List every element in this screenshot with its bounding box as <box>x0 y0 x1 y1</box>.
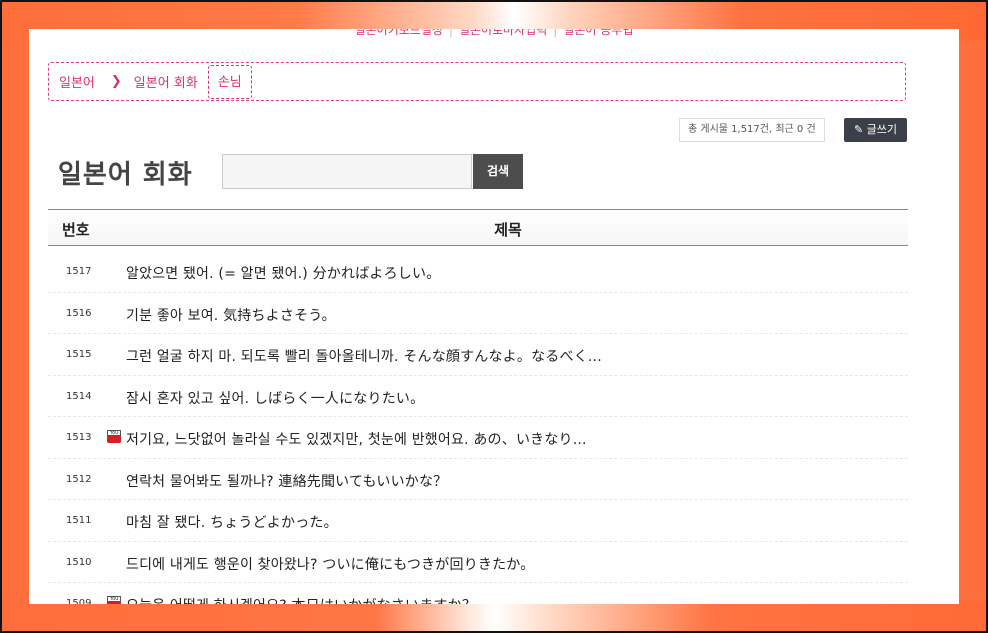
youtube-icon: You <box>107 596 121 604</box>
top-nav-romaji-input[interactable]: 일본어로마자입력 <box>455 29 551 37</box>
column-header-title: 제목 <box>494 221 522 239</box>
table-row: 1512 연락처 물어봐도 될까나? 連絡先聞いてもいいかな？ <box>48 459 908 500</box>
table-row: 1514 잠시 혼자 있고 싶어. しばらく一人になりたい。 <box>48 376 908 417</box>
search-input[interactable] <box>222 154 472 189</box>
breadcrumb-item-japanese[interactable]: 일본어 <box>49 72 105 91</box>
row-title-link[interactable]: 연락처 물어봐도 될까나? 連絡先聞いてもいいかな？ <box>126 471 447 491</box>
pencil-icon: ✎ <box>853 123 864 136</box>
content-panel: 일본어키보드설정 | 일본어로마자입력 | 일본어 공부법 일본어 ❯ 일본어 회화 손… <box>29 29 959 604</box>
row-number: 1509 <box>66 598 92 604</box>
row-number: 1511 <box>66 515 92 526</box>
top-nav-study-method[interactable]: 일본어 공부법 <box>559 29 637 37</box>
breadcrumb-item-guest[interactable]: 손님 <box>207 64 252 99</box>
row-number: 1514 <box>66 390 92 402</box>
row-title-link[interactable]: 기분 좋아 보여. 気持ちよさそう。 <box>126 305 336 325</box>
row-title-link[interactable]: 마침 잘 됐다. ちょうどよかった。 <box>126 512 338 532</box>
row-title-link[interactable]: 드디에 내게도 행운이 찾아왔나? ついに俺にもつきが回りきたか。 <box>126 554 534 574</box>
row-title-link[interactable]: 알았으면 됐어. (= 알면 됐어.) 分かればよろしい。 <box>126 263 440 283</box>
row-title-link[interactable]: 오늘은 어떻게 하시겠어요? 本日はいかがなさいますか？ <box>126 595 476 604</box>
row-number: 1512 <box>66 473 92 485</box>
post-list: 1517 알았으면 됐어. (= 알면 됐어.) 分かればよろしい。 1516 … <box>48 251 908 604</box>
table-row: 1516 기분 좋아 보여. 気持ちよさそう。 <box>48 293 908 334</box>
row-number: 1515 <box>66 349 92 360</box>
chevron-right-icon: ❯ <box>110 74 122 89</box>
breadcrumb: 일본어 ❯ 일본어 회화 손님 <box>48 62 906 101</box>
page-title: 일본어 회화 <box>58 160 193 190</box>
write-button-label: 글쓰기 <box>866 123 898 136</box>
top-nav-keyboard-setup[interactable]: 일본어키보드설정 <box>351 29 447 37</box>
row-title-link[interactable]: 그런 얼굴 하지 마. 되도록 빨리 돌아올테니까. そんな顔すんなよ。なるべく… <box>126 346 602 366</box>
table-header: 번호 제목 <box>48 209 908 246</box>
youtube-icon: You <box>107 430 121 443</box>
table-row: 1510 드디에 내게도 행운이 찾아왔나? ついに俺にもつきが回りきたか。 <box>48 542 908 583</box>
write-button[interactable]: ✎ 글쓰기 <box>844 118 907 142</box>
table-row: 1511 마침 잘 됐다. ちょうどよかった。 <box>48 500 908 542</box>
top-nav: 일본어키보드설정 | 일본어로마자입력 | 일본어 공부법 <box>29 29 959 38</box>
table-row: 1509 You 오늘은 어떻게 하시겠어요? 本日はいかがなさいますか？ <box>48 583 908 604</box>
row-number: 1510 <box>66 556 92 568</box>
row-title-link[interactable]: 저기요, 느닷없어 놀라실 수도 있겠지만, 첫눈에 반했어요. あの、いきなり… <box>126 429 587 449</box>
background-bottom <box>0 600 988 633</box>
post-count: 총 게시물 1,517건, 최근 0 건 <box>679 118 825 142</box>
search-button[interactable]: 검색 <box>473 154 523 189</box>
table-row: 1513 You 저기요, 느닷없어 놀라실 수도 있겠지만, 첫눈에 반했어요… <box>48 417 908 459</box>
row-number: 1513 <box>66 432 92 443</box>
breadcrumb-item-conversation[interactable]: 일본어 회화 <box>124 72 208 91</box>
table-row: 1515 그런 얼굴 하지 마. 되도록 빨리 돌아올테니까. そんな顔すんなよ… <box>48 334 908 376</box>
row-number: 1517 <box>66 266 92 277</box>
table-row: 1517 알았으면 됐어. (= 알면 됐어.) 分かればよろしい。 <box>48 251 908 293</box>
row-number: 1516 <box>66 307 92 319</box>
row-title-link[interactable]: 잠시 혼자 있고 싶어. しばらく一人になりたい。 <box>126 388 424 408</box>
